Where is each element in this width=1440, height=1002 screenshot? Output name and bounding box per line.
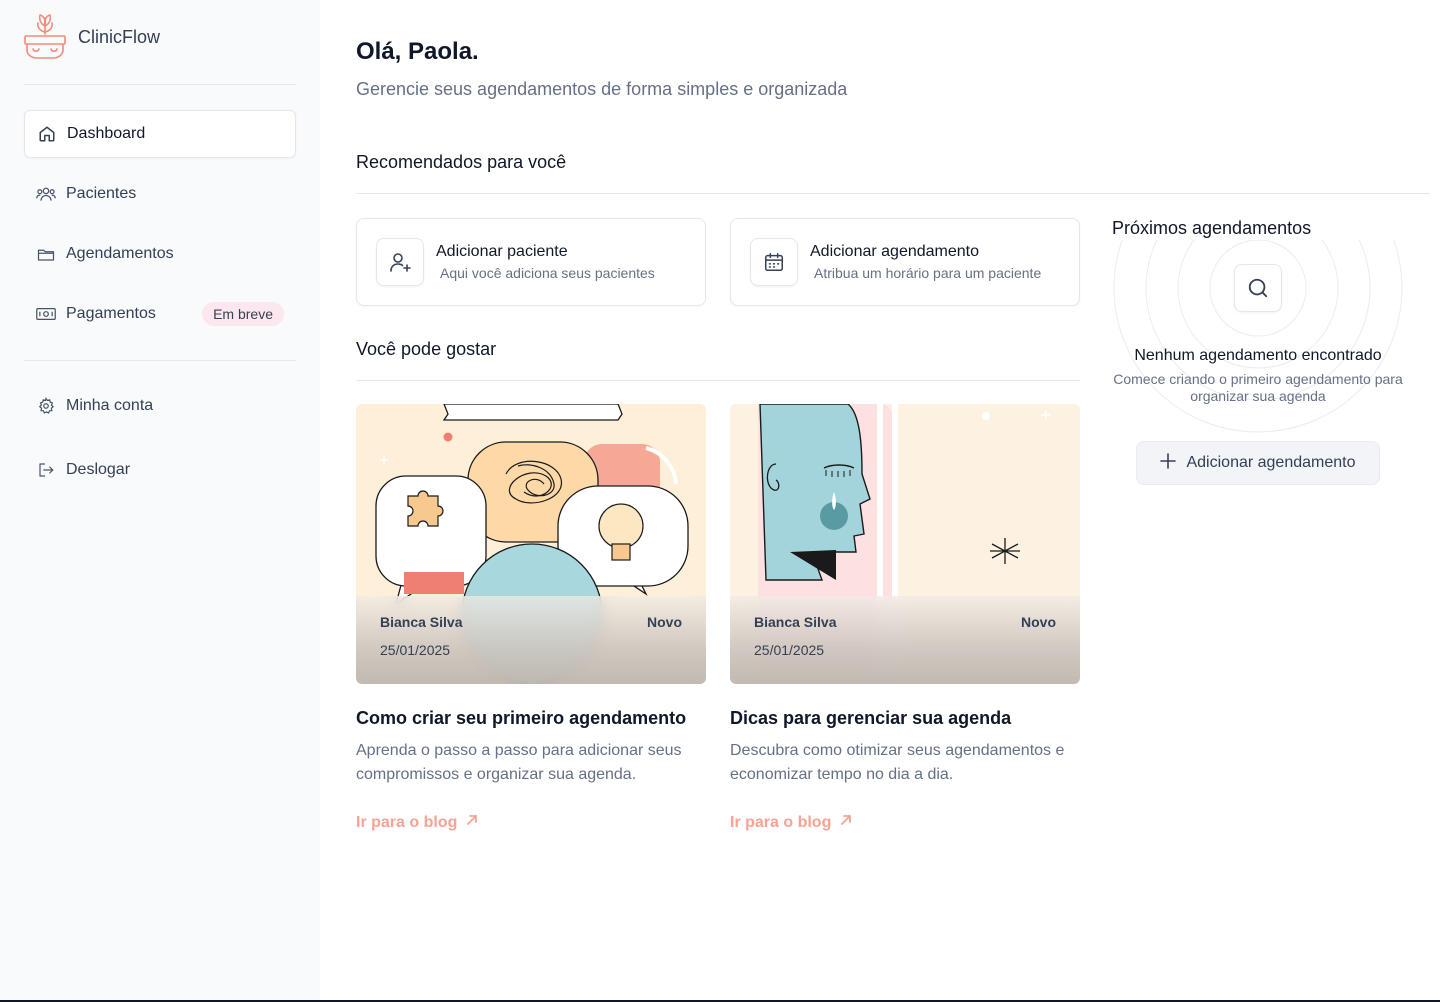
blog-illustration: Bianca Silva 25/01/2025 Novo [730,404,1080,684]
add-appointment-card[interactable]: Adicionar agendamento Atribua um horário… [730,218,1080,306]
sidebar-divider [24,84,296,85]
blog-card[interactable]: Bianca Silva 25/01/2025 Novo Dicas para … [730,404,1080,832]
sidebar-item-label: Agendamentos [66,245,174,262]
banknote-icon [36,304,56,324]
logout-icon [36,460,56,480]
app-name: ClinicFlow [78,26,161,47]
sidebar: ClinicFlow Dashboard Pacientes Agendamen… [0,0,320,1002]
sidebar-item-dashboard[interactable]: Dashboard [24,110,296,158]
add-appointment-button[interactable]: Adicionar agendamento [1136,441,1380,485]
sidebar-item-pacientes[interactable]: Pacientes [24,170,296,218]
card-subtitle: Aqui você adiciona seus pacientes [440,265,655,281]
section-divider [356,380,1080,381]
sidebar-item-label: Dashboard [67,125,146,142]
sidebar-divider [24,360,296,361]
recommended-title: Recomendados para você [356,152,567,172]
brand[interactable]: ClinicFlow [24,12,160,62]
blog-illustration: Bianca Silva 25/01/2025 Novo [356,404,706,684]
blog-title[interactable]: Dicas para gerenciar sua agenda [730,708,1080,729]
sidebar-item-minha-conta[interactable]: Minha conta [24,382,296,430]
folder-icon [36,244,56,264]
sidebar-item-label: Pagamentos [66,305,156,322]
new-tag: Novo [1021,614,1056,630]
blog-meta-overlay [730,596,1080,684]
sidebar-item-deslogar[interactable]: Deslogar [24,446,296,494]
blog-description: Aprenda o passo a passo para adicionar s… [356,742,682,783]
new-tag: Novo [647,614,682,630]
blog-title[interactable]: Como criar seu primeiro agendamento [356,708,706,729]
sidebar-item-label: Minha conta [66,397,154,414]
coming-soon-badge: Em breve [202,302,284,326]
blog-link[interactable]: Ir para o blog [730,813,1080,832]
home-icon [37,124,57,144]
blog-date: 25/01/2025 [754,642,825,658]
page-subtitle: Gerencie seus agendamentos de forma simp… [356,79,848,99]
blog-author: Bianca Silva [754,614,837,630]
search-icon [1234,264,1282,312]
upcoming-title: Próximos agendamentos [1112,218,1312,238]
calendar-icon [750,238,798,286]
blog-card[interactable]: Bianca Silva 25/01/2025 Novo Como criar … [356,404,706,832]
section-divider [356,193,1430,194]
blog-link-label: Ir para o blog [356,813,458,831]
blog-meta-overlay [356,596,706,684]
plus-icon [1160,452,1177,474]
main-content: Olá, Paola. Gerencie seus agendamentos d… [320,0,1440,1002]
empty-state-subtitle: Comece criando o primeiro agendamento pa… [1113,371,1403,404]
arrow-up-right-icon [465,813,479,832]
sidebar-item-agendamentos[interactable]: Agendamentos [24,230,296,278]
add-patient-card[interactable]: Adicionar paciente Aqui você adiciona se… [356,218,706,306]
blog-author: Bianca Silva [380,614,463,630]
users-icon [36,184,56,204]
card-title: Adicionar agendamento [810,243,980,260]
blog-link[interactable]: Ir para o blog [356,813,706,832]
blog-description: Descubra como otimizar seus agendamentos… [730,742,1065,783]
sidebar-item-pagamentos[interactable]: Pagamentos Em breve [24,290,296,338]
gear-icon [36,396,56,416]
card-title: Adicionar paciente [436,243,568,260]
empty-state-title: Nenhum agendamento encontrado [1134,347,1382,364]
user-plus-icon [376,238,424,286]
blog-section-title: Você pode gostar [356,339,497,359]
sidebar-item-label: Pacientes [66,185,137,202]
arrow-up-right-icon [839,813,853,832]
add-appointment-label: Adicionar agendamento [1186,454,1356,471]
blog-link-label: Ir para o blog [730,813,832,831]
logo-icon [24,10,66,65]
page-title: Olá, Paola. [356,38,479,65]
card-subtitle: Atribua um horário para um paciente [814,265,1042,281]
blog-date: 25/01/2025 [380,642,451,658]
sidebar-item-label: Deslogar [66,461,131,478]
